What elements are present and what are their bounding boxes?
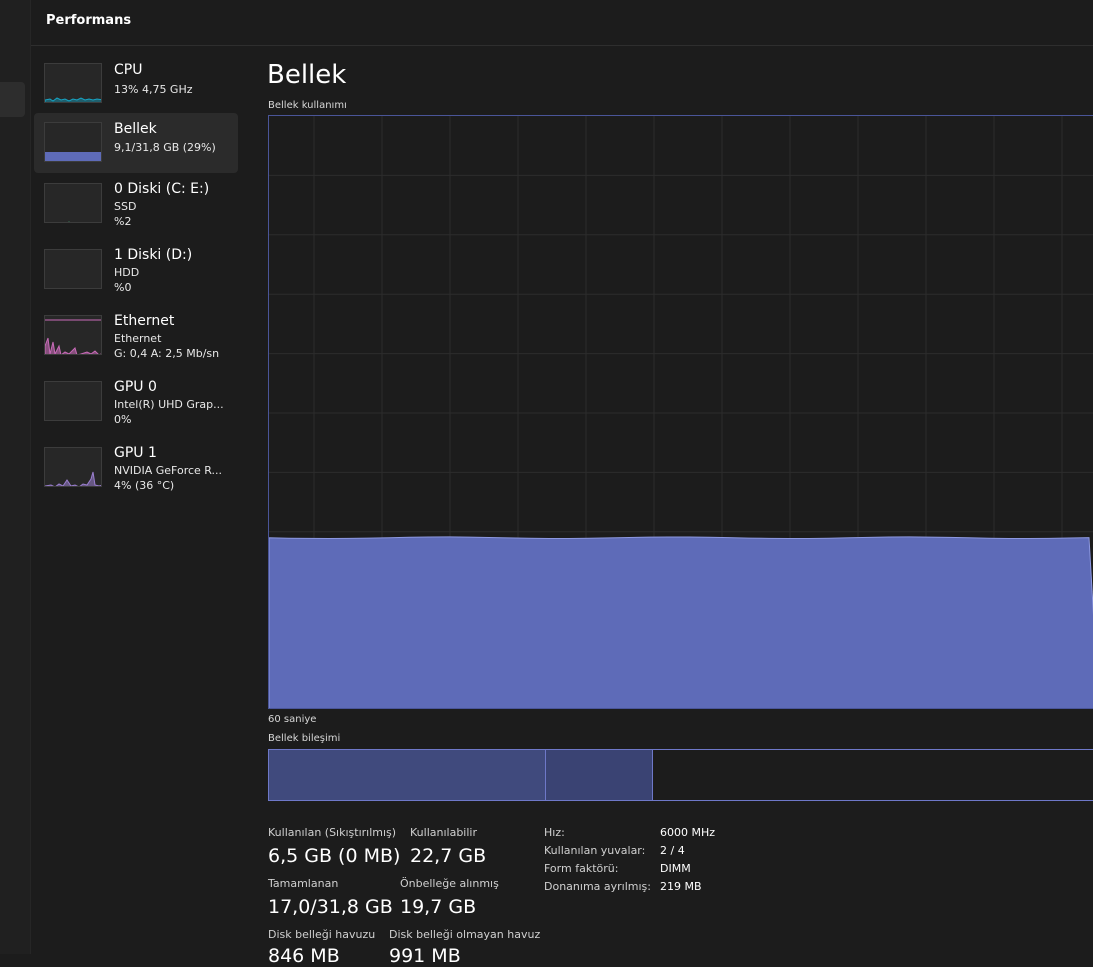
- form-factor-value: DIMM: [660, 862, 691, 875]
- sidebar-item-ethernet[interactable]: Ethernet Ethernet G: 0,4 A: 2,5 Mb/sn: [34, 308, 238, 372]
- sidebar-item-type: Ethernet: [114, 332, 162, 345]
- committed-label: Tamamlanan: [268, 877, 339, 890]
- hardware-reserved-value: 219 MB: [660, 880, 702, 893]
- sidebar-item-disk0[interactable]: 0 Diski (C: E:) SSD %2: [34, 176, 238, 240]
- available-value: 22,7 GB: [410, 845, 487, 867]
- memory-composition-bar: [268, 749, 1093, 801]
- sidebar-item-detail: 4% (36 °C): [114, 479, 175, 492]
- time-range-label: 60 saniye: [268, 714, 317, 725]
- available-label: Kullanılabilir: [410, 826, 477, 839]
- paged-pool-value: 846 MB: [268, 945, 340, 967]
- composition-label: Bellek bileşimi: [268, 733, 341, 744]
- left-nav-rail: [0, 0, 31, 954]
- cached-value: 19,7 GB: [400, 896, 477, 918]
- sidebar-item-label: 1 Diski (D:): [114, 247, 193, 263]
- gpu0-mini-graph: [44, 381, 102, 421]
- committed-value: 17,0/31,8 GB: [268, 896, 393, 918]
- composition-in-use: [269, 750, 546, 800]
- cached-label: Önbelleğe alınmış: [400, 877, 499, 890]
- memory-mini-graph: [44, 122, 102, 162]
- in-use-label: Kullanılan (Sıkıştırılmış): [268, 826, 397, 839]
- sidebar-item-type: SSD: [114, 200, 137, 213]
- sidebar-item-gpu0[interactable]: GPU 0 Intel(R) UHD Grap... 0%: [34, 374, 238, 438]
- form-factor-label: Form faktörü:: [544, 862, 619, 875]
- sidebar-item-detail: 13% 4,75 GHz: [114, 83, 193, 96]
- disk0-mini-graph: [44, 183, 102, 223]
- speed-label: Hız:: [544, 826, 565, 839]
- memory-usage-graph: [268, 115, 1093, 709]
- memory-heading: Bellek: [267, 60, 347, 90]
- cpu-mini-graph: [44, 63, 102, 103]
- memory-usage-plot: [269, 116, 1093, 708]
- slots-label: Kullanılan yuvalar:: [544, 844, 646, 857]
- sidebar-item-type: NVIDIA GeForce R...: [114, 464, 223, 477]
- sidebar-item-detail: %0: [114, 281, 132, 294]
- speed-value: 6000 MHz: [660, 826, 716, 839]
- nonpaged-pool-value: 991 MB: [389, 945, 461, 967]
- sidebar-item-label: 0 Diski (C: E:): [114, 181, 210, 197]
- sidebar-item-disk1[interactable]: 1 Diski (D:) HDD %0: [34, 242, 238, 306]
- memory-usage-area: [269, 536, 1093, 708]
- sidebar-item-cpu[interactable]: CPU 13% 4,75 GHz: [34, 55, 238, 111]
- sidebar-item-memory[interactable]: Bellek 9,1/31,8 GB (29%): [34, 113, 238, 173]
- header: Performans: [31, 0, 1093, 46]
- sidebar-item-type: HDD: [114, 266, 140, 279]
- sidebar-item-label: GPU 0: [114, 379, 157, 395]
- in-use-value: 6,5 GB (0 MB): [268, 845, 401, 867]
- disk1-mini-graph: [44, 249, 102, 289]
- sidebar-item-type: Intel(R) UHD Grap...: [114, 398, 224, 411]
- gpu1-mini-graph: [44, 447, 102, 487]
- nav-selected-indicator[interactable]: [0, 82, 25, 117]
- sidebar-item-detail: %2: [114, 215, 132, 228]
- sidebar-item-detail: 9,1/31,8 GB (29%): [114, 141, 216, 154]
- nonpaged-pool-label: Disk belleği olmayan havuz: [389, 928, 541, 941]
- sidebar-item-label: GPU 1: [114, 445, 157, 461]
- sidebar-item-label: CPU: [114, 62, 143, 78]
- usage-graph-label: Bellek kullanımı: [268, 100, 347, 111]
- sidebar-item-label: Ethernet: [114, 313, 175, 329]
- sidebar-item-detail: 0%: [114, 413, 132, 426]
- page-title: Performans: [46, 13, 132, 28]
- sidebar-item-gpu1[interactable]: GPU 1 NVIDIA GeForce R... 4% (36 °C): [34, 440, 238, 504]
- paged-pool-label: Disk belleği havuzu: [268, 928, 376, 941]
- composition-modified: [546, 750, 653, 800]
- ethernet-mini-graph: [44, 315, 102, 355]
- slots-value: 2 / 4: [660, 844, 685, 857]
- sidebar-item-label: Bellek: [114, 121, 157, 137]
- hardware-reserved-label: Donanıma ayrılmış:: [544, 880, 651, 893]
- sidebar-item-detail: G: 0,4 A: 2,5 Mb/sn: [114, 347, 220, 360]
